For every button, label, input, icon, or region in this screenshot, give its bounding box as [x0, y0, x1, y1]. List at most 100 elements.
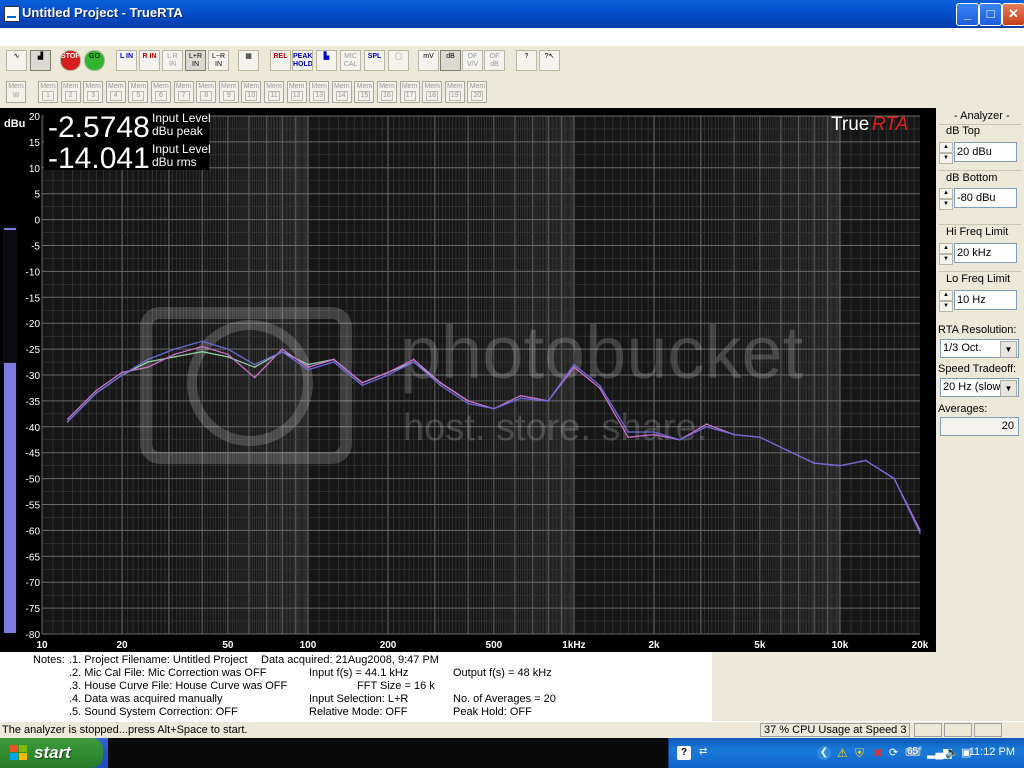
go-button[interactable]: GO	[84, 50, 105, 71]
mem-label: Mem	[62, 83, 79, 90]
mic-cal-button[interactable]: MIC CAL	[340, 50, 361, 71]
db-bottom-field[interactable]: -80 dBu	[954, 188, 1017, 208]
mem-w-button[interactable]: Mem W	[6, 81, 26, 103]
db-top-field[interactable]: 20 dBu	[954, 142, 1017, 162]
y-tick-label: -65	[26, 552, 41, 563]
warning-icon[interactable]: ⚠	[837, 746, 851, 760]
rel-button[interactable]: REL	[270, 50, 291, 71]
volume-icon[interactable]: 🔈	[945, 746, 959, 760]
lo-freq-label: Lo Freq Limit	[946, 273, 1011, 285]
dial-button[interactable]: ◯	[388, 50, 409, 71]
db-top-spinner[interactable]: ▲ ▼	[939, 142, 953, 164]
db-bottom-spinner[interactable]: ▲ ▼	[939, 188, 953, 210]
mem-20-button[interactable]: Mem 20	[467, 81, 488, 103]
help-button[interactable]: ?	[516, 50, 537, 71]
peak-hold-button[interactable]: PEAK HOLD	[292, 50, 313, 71]
mem-6-button[interactable]: Mem 6	[151, 81, 171, 103]
mem-number: 6	[155, 91, 167, 101]
series-3-point	[227, 355, 229, 358]
rta-plot[interactable]: 20 15 10 5 0 -5 -10 -15 -20 -25 -30 -35 -40 -45 -50 -55…	[0, 108, 936, 652]
minimize-button[interactable]: _	[956, 3, 979, 26]
mem-label: Mem	[130, 83, 147, 90]
mem-label: Mem	[356, 83, 373, 90]
lo-freq-field[interactable]: 10 Hz	[954, 290, 1017, 310]
series-2-point	[66, 418, 69, 420]
mem-10-button[interactable]: Mem 10	[241, 81, 262, 103]
stop-button[interactable]: STOP	[60, 50, 81, 71]
taskbar-buttons-area	[108, 738, 668, 768]
mem-12-button[interactable]: Mem 12	[286, 81, 307, 103]
chevron-down-icon[interactable]: ▼	[1000, 380, 1017, 397]
note-line-3: .3. House Curve File: House Curve was OF…	[69, 680, 288, 692]
r-in-button[interactable]: R IN	[139, 50, 160, 71]
mem-number: 5	[132, 91, 145, 101]
mv-button[interactable]: mV	[418, 50, 439, 71]
series-1-point	[467, 402, 470, 405]
mem-4-button[interactable]: Mem 4	[105, 81, 126, 103]
back-arrow-icon[interactable]: ❮	[817, 746, 831, 760]
mem-number: 1	[42, 91, 54, 101]
rta-chart[interactable]: 20151050-5-10-15-20-25-30-35-40-45-50-55…	[0, 108, 936, 652]
mem-9-button[interactable]: Mem 9	[218, 81, 239, 103]
mem-15-button[interactable]: Mem 15	[354, 81, 375, 103]
help-icon[interactable]: ?	[677, 746, 691, 760]
mem-2-button[interactable]: Mem 2	[60, 81, 81, 103]
mem-label: Mem	[401, 83, 418, 90]
mem-19-button[interactable]: Mem 19	[444, 81, 465, 103]
chevron-down-icon[interactable]: ▼	[1000, 341, 1017, 358]
context-help-button[interactable]: ?↖	[539, 50, 560, 71]
clock[interactable]: 11:12 PM	[969, 746, 1015, 758]
network-icon[interactable]: ⇄	[699, 746, 713, 760]
mem-label: Mem	[379, 83, 395, 90]
grid-button[interactable]: ▦	[238, 50, 259, 71]
security-icon[interactable]: ✖	[873, 746, 887, 760]
series-1-point	[733, 433, 735, 436]
mem-5-button[interactable]: Mem 5	[128, 81, 149, 103]
mem-3-button[interactable]: Mem 3	[83, 81, 104, 103]
hi-freq-field[interactable]: 20 kHz	[954, 243, 1017, 263]
rta-resolution-label: RTA Resolution:	[938, 324, 1017, 336]
y-tick-label: -50	[26, 475, 41, 486]
bars-button[interactable]: ▙	[316, 50, 337, 71]
mem-7-button[interactable]: Mem 7	[173, 81, 194, 103]
mem-17-button[interactable]: Mem 17	[399, 81, 420, 103]
sync-icon[interactable]: ⟳	[889, 746, 903, 760]
rta-button[interactable]: ▟	[30, 50, 51, 71]
peak-label-2: dBu peak	[152, 124, 204, 138]
mem-1-button[interactable]: Mem 1	[38, 81, 58, 103]
x-tick-label: 500	[486, 640, 503, 651]
l-r-in-dis-button[interactable]: L R IN	[162, 50, 183, 71]
mem-18-button[interactable]: Mem 18	[422, 81, 443, 103]
lo-freq-spinner[interactable]: ▲ ▼	[939, 290, 953, 312]
db-button[interactable]: dB	[440, 50, 461, 71]
l-plus-r-in-button[interactable]: L+R IN	[185, 50, 206, 71]
mem-14-button[interactable]: Mem 14	[331, 81, 352, 103]
speed-tradeoff-select[interactable]: 20 Hz (slow) ▼	[940, 378, 1019, 397]
series-2-point	[332, 358, 335, 361]
shield-icon[interactable]: ⛨	[855, 746, 869, 760]
series-2-point	[467, 400, 470, 402]
signal-icon[interactable]: ▂▄▆	[927, 746, 952, 760]
rta-resolution-select[interactable]: 1/3 Oct. ▼	[940, 339, 1019, 358]
note-input-fs: Input f(s) = 44.1 kHz	[309, 667, 409, 679]
mem-16-button[interactable]: Mem 16	[377, 81, 397, 103]
app-icon[interactable]	[4, 6, 20, 22]
start-button[interactable]: start	[0, 738, 103, 768]
close-button[interactable]: ✕	[1002, 3, 1024, 26]
mem-13-button[interactable]: Mem 13	[309, 81, 330, 103]
mem-8-button[interactable]: Mem 8	[196, 81, 217, 103]
l-minus-r-in-button[interactable]: L−R IN	[208, 50, 229, 71]
series-1-point	[173, 348, 176, 350]
mem-11-button[interactable]: Mem 11	[264, 81, 284, 103]
sine-wave-button[interactable]: ∿	[6, 50, 27, 71]
l-in-button[interactable]: L IN	[116, 50, 137, 71]
hi-freq-spinner[interactable]: ▲ ▼	[939, 243, 953, 265]
maximize-button[interactable]: □	[979, 3, 1002, 26]
series-1-point	[547, 400, 550, 402]
of-vv-button[interactable]: OF V/V	[462, 50, 483, 71]
averages-field[interactable]: 20	[940, 417, 1019, 436]
title-bar[interactable]: Untitled Project - TrueRTA _ □ ✕	[0, 0, 1024, 28]
spl-button[interactable]: SPL	[364, 50, 385, 71]
of-db-button[interactable]: OF dB	[484, 50, 505, 71]
series-1-point	[653, 431, 655, 433]
